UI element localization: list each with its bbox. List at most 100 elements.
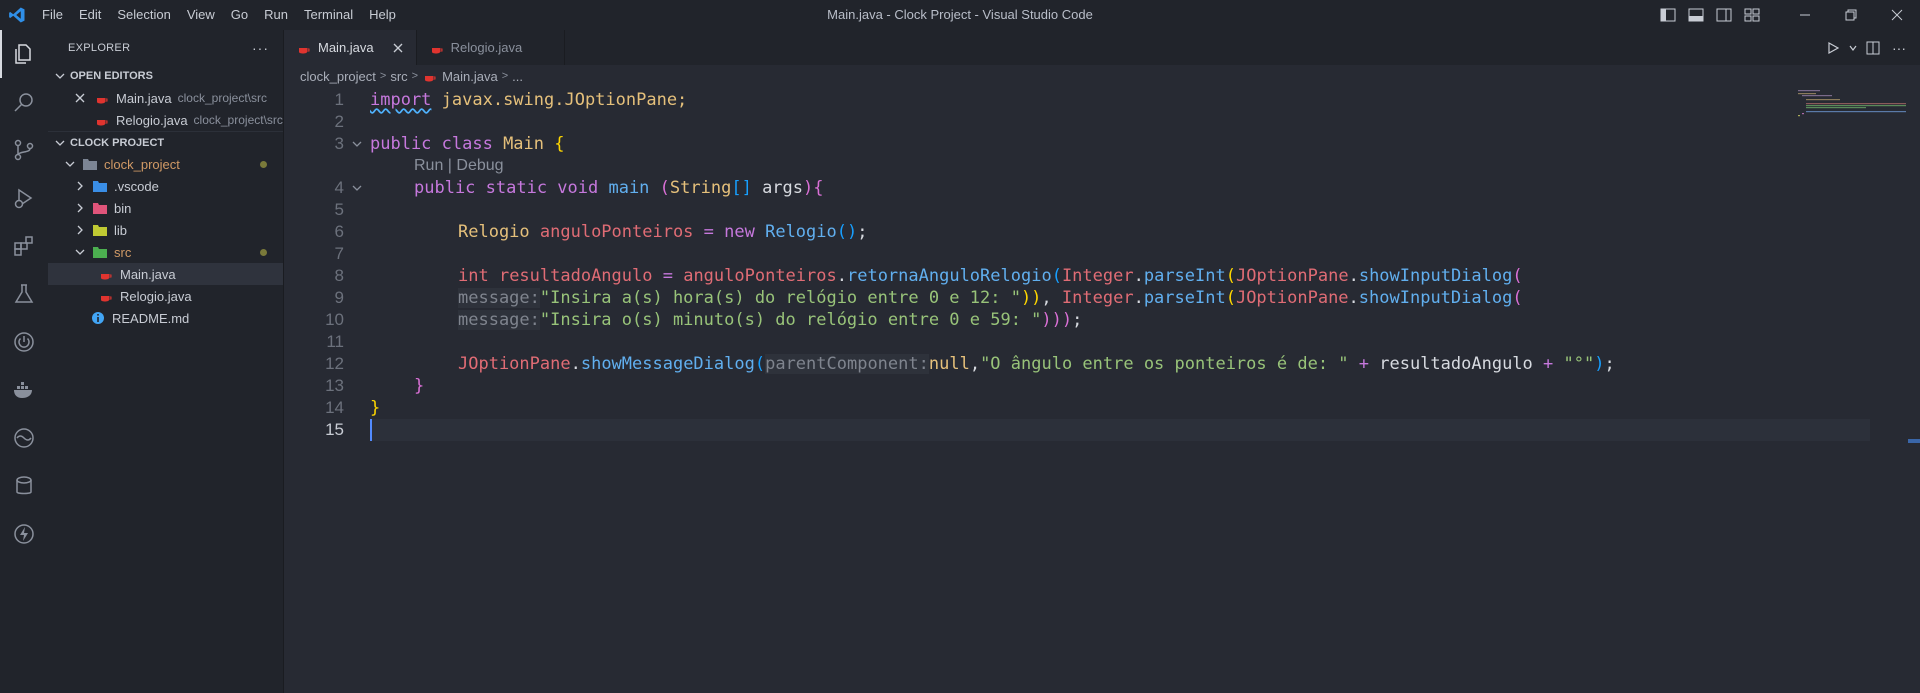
breadcrumb-item[interactable]: src [390, 69, 407, 84]
chevron-right-icon [72, 222, 88, 238]
menu-terminal[interactable]: Terminal [296, 0, 361, 30]
breadcrumb-item[interactable]: ... [512, 69, 523, 84]
code-editor[interactable]: 1 import javax.swing.JOptionPane; 2 3 pu… [284, 89, 1920, 693]
code-line: 5 [284, 199, 1920, 221]
tree-item-vscode[interactable]: .vscode [48, 175, 283, 197]
activity-bar [0, 30, 48, 693]
code-token: import [370, 90, 432, 110]
menu-run[interactable]: Run [256, 0, 296, 30]
lightning-icon[interactable] [0, 510, 48, 558]
code-token: resultadoAngulo [488, 266, 653, 286]
breadcrumb-item[interactable]: clock_project [300, 69, 376, 84]
close-window-icon[interactable] [1874, 0, 1920, 30]
fold-chevron-icon[interactable] [350, 177, 364, 199]
docker-icon[interactable] [0, 366, 48, 414]
code-token: "Insira a(s) hora(s) do relógio entre 0 … [539, 288, 1021, 308]
wave-icon[interactable] [0, 414, 48, 462]
minimize-icon[interactable] [1782, 0, 1828, 30]
code-token: = [693, 222, 725, 242]
customize-layout-icon[interactable] [1738, 0, 1766, 30]
more-actions-icon[interactable]: ··· [252, 40, 269, 56]
source-control-icon[interactable] [0, 126, 48, 174]
close-tab-icon[interactable] [390, 40, 406, 56]
toggle-secondary-sidebar-icon[interactable] [1710, 0, 1738, 30]
chevron-right-icon: > [501, 70, 509, 82]
run-debug-icon[interactable] [0, 174, 48, 222]
code-token: + [1348, 354, 1380, 374]
code-token: ) [803, 178, 814, 198]
open-editors-section[interactable]: OPEN EDITORS [48, 65, 283, 87]
code-token: String [669, 178, 732, 198]
search-icon[interactable] [0, 78, 48, 126]
code-line: 9 message:"Insira a(s) hora(s) do relógi… [284, 287, 1920, 309]
code-token: ( [659, 178, 670, 198]
lib-folder-icon [92, 222, 108, 238]
project-section[interactable]: CLOCK PROJECT [48, 131, 283, 153]
open-editor-main[interactable]: Main.java clock_project\src [48, 87, 283, 109]
menu-view[interactable]: View [179, 0, 223, 30]
tree-item-clock-project[interactable]: clock_project [48, 153, 283, 175]
code-token: public class [370, 134, 504, 154]
chevron-down-icon[interactable] [1846, 35, 1860, 61]
open-editor-relogio[interactable]: Relogio.java clock_project\src [48, 109, 283, 131]
tree-label: bin [114, 200, 132, 216]
java-file-icon [98, 266, 114, 282]
parameter-hint: message: [458, 310, 540, 330]
explorer-icon[interactable] [0, 30, 48, 78]
tab-main-java[interactable]: Main.java [284, 30, 417, 65]
folder-open-icon [82, 156, 98, 172]
breadcrumb-item[interactable]: Main.java [442, 69, 498, 84]
close-icon[interactable] [72, 90, 88, 106]
split-editor-icon[interactable] [1860, 35, 1886, 61]
chevron-down-icon [62, 156, 78, 172]
code-token: ))) [1041, 310, 1073, 330]
code-line: 10 message:"Insira o(s) minuto(s) do rel… [284, 309, 1920, 331]
fold-chevron-icon[interactable] [350, 133, 364, 155]
testing-icon[interactable] [0, 270, 48, 318]
code-line: 14 } [284, 397, 1920, 419]
tree-item-lib[interactable]: lib [48, 219, 283, 241]
run-icon[interactable] [1820, 35, 1846, 61]
scrollbar-marker [1908, 439, 1920, 443]
open-editor-name: Relogio.java [116, 112, 188, 128]
toggle-panel-icon[interactable] [1682, 0, 1710, 30]
code-token: args [751, 178, 804, 198]
code-token: Integer [1061, 288, 1134, 308]
code-token: public static void [414, 178, 609, 198]
code-token: ( [1225, 266, 1236, 286]
code-token: Relogio [458, 222, 530, 242]
remote-power-icon[interactable] [0, 318, 48, 366]
codelens-run-debug[interactable]: Run | Debug [414, 155, 504, 177]
tree-item-bin[interactable]: bin [48, 197, 283, 219]
menu-go[interactable]: Go [223, 0, 256, 30]
tree-item-relogio-java[interactable]: Relogio.java [48, 285, 283, 307]
parameter-hint: message: [458, 288, 540, 308]
code-token: () [836, 222, 858, 242]
tab-relogio-java[interactable]: Relogio.java [417, 30, 566, 65]
code-token: . [1133, 266, 1144, 286]
tree-item-src[interactable]: src [48, 241, 283, 263]
minimap[interactable] [1796, 89, 1906, 129]
menu-edit[interactable]: Edit [71, 0, 109, 30]
database-icon[interactable] [0, 462, 48, 510]
code-token: showInputDialog [1358, 266, 1513, 286]
code-line: 7 [284, 243, 1920, 265]
code-token: ; [1072, 310, 1083, 330]
menu-file[interactable]: File [34, 0, 71, 30]
menu-help[interactable]: Help [361, 0, 404, 30]
code-token: ( [1051, 266, 1062, 286]
extensions-icon[interactable] [0, 222, 48, 270]
code-token: } [414, 376, 425, 396]
code-token: + [1532, 354, 1564, 374]
code-token: retornaAnguloRelogio [846, 266, 1052, 286]
more-actions-icon[interactable]: ··· [1886, 35, 1912, 61]
code-token: , [1041, 288, 1062, 308]
tree-item-main-java[interactable]: Main.java [48, 263, 283, 285]
menu-selection[interactable]: Selection [109, 0, 178, 30]
line-number: 11 [326, 332, 344, 351]
tree-item-readme[interactable]: README.md [48, 307, 283, 329]
line-number: 4 [334, 178, 344, 197]
toggle-primary-sidebar-icon[interactable] [1654, 0, 1682, 30]
restore-icon[interactable] [1828, 0, 1874, 30]
